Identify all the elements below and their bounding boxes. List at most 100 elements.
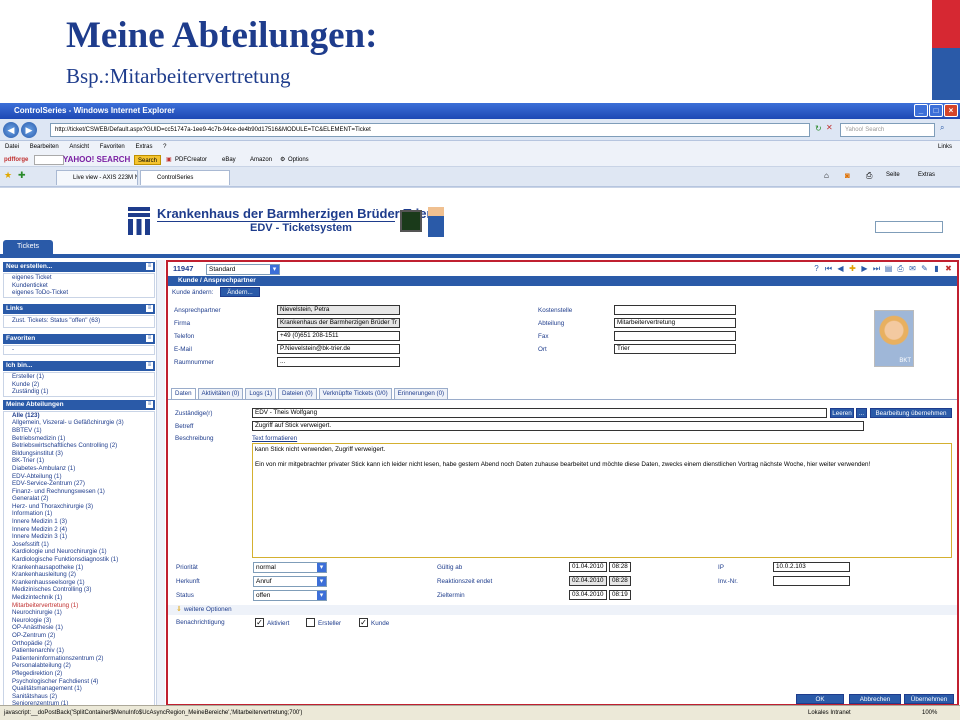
company-field[interactable]: Krankenhaus der Barmherzigen Brüder Tr [277, 318, 400, 328]
ip-field[interactable]: 10.0.2.103 [773, 562, 850, 572]
tab-dateien[interactable]: Dateien (0) [278, 388, 317, 399]
sidebar-department-item[interactable]: Sanitätshaus (2) [4, 693, 154, 701]
page-menu[interactable]: Seite [886, 172, 900, 178]
close-icon[interactable]: × [944, 104, 958, 117]
sidebar-department-item[interactable]: OP-Zentrum (2) [4, 632, 154, 640]
last-icon[interactable]: ⏭ [872, 264, 881, 273]
menu-bearbeiten[interactable]: Bearbeiten [30, 144, 59, 150]
sidebar-department-item[interactable]: Medizinisches Controlling (3) [4, 586, 154, 594]
sidebar-department-item[interactable]: Generalat (2) [4, 495, 154, 503]
first-icon[interactable]: ⏮ [824, 264, 833, 273]
sidebar-item[interactable]: - [4, 346, 154, 354]
subject-field[interactable]: Zugriff auf Stick verweigert. [252, 421, 864, 431]
sidebar-department-item[interactable]: Orthopädie (2) [4, 640, 154, 648]
sidebar-department-item[interactable]: Pflegedirektion (2) [4, 670, 154, 678]
tab-logs[interactable]: Logs (1) [245, 388, 277, 399]
sidebar-department-item[interactable]: Patientenarchiv (1) [4, 647, 154, 655]
minimize-icon[interactable]: _ [914, 104, 928, 117]
sidebar-department-item[interactable]: Alle (123) [4, 412, 154, 420]
next-icon[interactable]: ▶ [860, 264, 869, 273]
sidebar-department-item[interactable]: Innere Medizin 1 (3) [4, 518, 154, 526]
mail-icon[interactable]: ✉ [908, 264, 917, 273]
back-icon[interactable]: ◀ [3, 122, 19, 138]
description-textarea[interactable]: kann Stick nicht verwenden, Zugriff verw… [252, 443, 952, 558]
sidebar-item[interactable]: Kunde (2) [4, 381, 154, 389]
cancel-button[interactable]: Abbrechen [849, 694, 901, 704]
sidebar-item[interactable]: Kundenticket [4, 282, 154, 290]
reaction-date[interactable]: 02.04.2010 [569, 576, 607, 586]
sidebar-department-item[interactable]: Diabetes-Ambulanz (1) [4, 465, 154, 473]
tab-daten[interactable]: Daten [171, 388, 196, 399]
tab-verknuepfte[interactable]: Verknüpfte Tickets (0/0) [318, 388, 392, 399]
tab-tickets[interactable]: Tickets [3, 240, 53, 254]
help-icon[interactable]: ? [812, 264, 821, 273]
sidebar-department-item[interactable]: Patienteninformationszentrum (2) [4, 655, 154, 663]
sidebar-department-item[interactable]: Kardiologie und Neurochirurgie (1) [4, 548, 154, 556]
browser-tab-controlseries[interactable]: ControlSeries [140, 170, 230, 185]
sidebar-item[interactable]: eigenes ToDo-Ticket [4, 289, 154, 297]
target-time[interactable]: 08:19 [609, 590, 631, 600]
room-field[interactable]: ... [277, 357, 400, 367]
menu-favoriten[interactable]: Favoriten [100, 144, 125, 150]
sidebar-department-item[interactable]: Herz- und Thoraxchirurgie (3) [4, 503, 154, 511]
valid-from-time[interactable]: 08:28 [609, 562, 631, 572]
sidebar-department-item[interactable]: Krankenhausleitung (2) [4, 571, 154, 579]
sidebar-department-item[interactable]: Information (1) [4, 510, 154, 518]
more-options-link[interactable]: weitere Optionen [184, 606, 232, 613]
print-icon[interactable]: ⎙ [866, 171, 872, 181]
prev-icon[interactable]: ◀ [836, 264, 845, 273]
sidebar-department-item[interactable]: Mitarbeitervertretung (1) [4, 602, 154, 610]
sidebar-departments-header[interactable]: Meine Abteilungen ≡ [3, 399, 155, 410]
tab-aktivitaeten[interactable]: Aktivitäten (0) [197, 388, 244, 399]
print-ticket-icon[interactable]: ⎙ [896, 264, 905, 273]
zoom-text[interactable]: 100% [922, 706, 937, 720]
priority-select[interactable]: normal [253, 562, 327, 573]
add-favorite-icon[interactable]: ✚ [18, 170, 26, 181]
notify-creator-checkbox[interactable] [306, 618, 315, 627]
change-customer-button[interactable]: Ändern... [220, 287, 260, 297]
format-text-link[interactable]: Text formatieren [252, 435, 297, 442]
browser-tab-axis[interactable]: Live view - AXIS 223M Netwo... [56, 170, 138, 185]
sidebar-department-item[interactable]: Neurochirurgie (1) [4, 609, 154, 617]
page-search-input[interactable] [875, 221, 943, 233]
expand-icon[interactable]: ⇓ [176, 605, 182, 613]
department-field[interactable]: Mitarbeitervertretung [614, 318, 736, 328]
collapse-icon[interactable]: ≡ [146, 361, 153, 369]
add-icon[interactable]: ✚ [848, 264, 857, 273]
sidebar-scrollbar[interactable] [156, 260, 165, 705]
take-over-button[interactable]: Bearbeitung übernehmen [870, 408, 952, 418]
sidebar-department-item[interactable]: Allgemein, Viszeral- u Gefäßchirurgie (3… [4, 419, 154, 427]
amazon-button[interactable]: Amazon [250, 153, 272, 167]
status-select[interactable]: offen [253, 590, 327, 601]
sidebar-department-item[interactable]: OP-Anästhesie (1) [4, 624, 154, 632]
collapse-icon[interactable]: ≡ [146, 400, 153, 408]
sidebar-links-header[interactable]: Links ≡ [3, 303, 155, 314]
email-field[interactable]: P.Nievelstein@bk-trier.de [277, 344, 400, 354]
sidebar-item[interactable]: Zust. Tickets: Status "offen" (63) [4, 316, 154, 328]
sidebar-item[interactable]: Zuständig (1) [4, 388, 154, 396]
home-icon[interactable]: ⌂ [824, 171, 829, 180]
reaction-time[interactable]: 08:28 [609, 576, 631, 586]
sidebar-department-item[interactable]: Bildungsinstitut (3) [4, 450, 154, 458]
lock-icon[interactable]: ▮ [932, 264, 941, 273]
notify-customer-checkbox[interactable]: ✓ [359, 618, 368, 627]
apply-button[interactable]: Übernehmen [904, 694, 954, 704]
sidebar-department-item[interactable]: BBTEV (1) [4, 427, 154, 435]
edit-icon[interactable]: ✎ [920, 264, 929, 273]
phone-field[interactable]: +49 (0)651 208-1511 [277, 331, 400, 341]
sidebar-item[interactable]: eigenes Ticket [4, 274, 154, 282]
sidebar-department-item[interactable]: Innere Medizin 2 (4) [4, 526, 154, 534]
collapse-icon[interactable]: ≡ [146, 304, 153, 312]
sidebar-new-header[interactable]: Neu erstellen... ≡ [3, 262, 155, 272]
ok-button[interactable]: OK [796, 694, 844, 704]
ebay-button[interactable]: eBay [222, 153, 236, 167]
target-date[interactable]: 03.04.2010 [569, 590, 607, 600]
menu-datei[interactable]: Datei [5, 144, 19, 150]
options-button[interactable]: Options [288, 153, 309, 167]
delete-icon[interactable]: ✖ [944, 264, 953, 273]
city-field[interactable]: Trier [614, 344, 736, 354]
search-icon[interactable]: ⌕ [940, 123, 944, 133]
collapse-icon[interactable]: ≡ [146, 335, 153, 343]
sidebar-department-item[interactable]: Qualitätsmanagement (1) [4, 685, 154, 693]
sidebar-department-item[interactable]: EDV-Abteilung (1) [4, 473, 154, 481]
